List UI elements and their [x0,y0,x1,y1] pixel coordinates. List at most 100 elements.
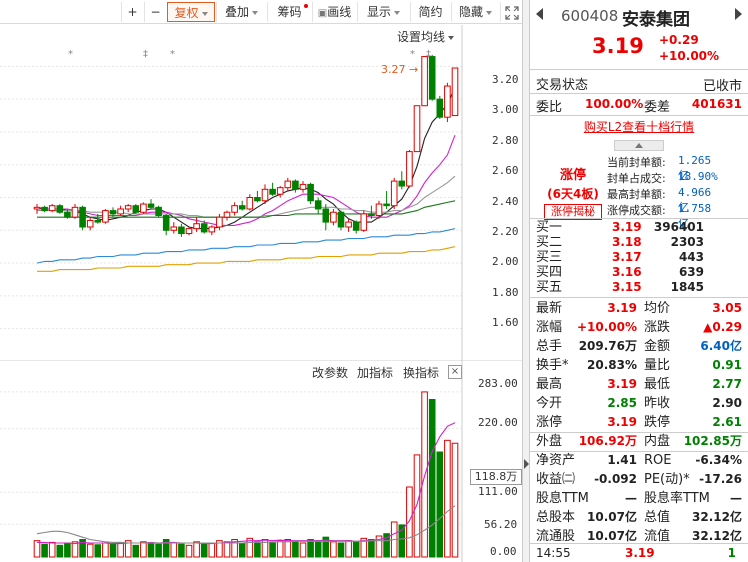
buy-l2-link[interactable]: 购买L2查看十档行情 [530,118,748,135]
fuquan-button[interactable]: 复权 [167,2,215,22]
volume-bar [208,542,216,558]
tick-volume: 1 [727,546,736,560]
overlay-label: 叠加 [224,5,249,19]
candle-body [368,213,375,217]
stat-value: 2.85 [607,396,637,410]
volume-bar [102,542,109,558]
bid-price[interactable]: 3.18 [612,235,642,250]
ma-settings-button[interactable]: 设置均线 [397,28,455,45]
collapse-arrow-icon[interactable] [524,459,529,469]
bid-price[interactable]: 3.16 [612,265,642,280]
candle-body [330,211,337,223]
draw-line-button[interactable]: ▣画线 [312,2,356,22]
swap-indicator-button[interactable]: 换指标 [403,364,439,381]
bid-row: 买三 3.17 443 [530,250,748,265]
volume-bar [33,540,41,558]
edit-params-button[interactable]: 改参数 [312,364,348,381]
volume-bar [223,541,231,558]
candle-body [41,206,48,212]
bid-price[interactable]: 3.17 [612,250,642,265]
stat-label: 金额 [644,339,671,354]
hide-button[interactable]: 隐藏 [451,2,499,22]
candle-body [178,226,185,235]
bid-volume: 443 [678,250,704,264]
y-tick-label: 2.60 [492,164,519,177]
candle-body [56,205,64,213]
volume-bar [41,543,48,558]
collapse-toggle[interactable] [614,140,664,151]
close-indicator-icon[interactable]: × [448,365,462,379]
volume-bar [330,541,337,558]
seal-label: 封单占成交: [607,172,666,185]
candle-body [79,206,86,228]
triangle-right-icon[interactable] [735,8,742,20]
bid-price[interactable]: 3.19 [612,220,642,235]
stat-row: 涨幅 +10.00% 涨跌 ▲0.29 [530,318,748,337]
stat-label: 最新 [536,301,563,316]
zoom-in-button[interactable]: + [121,2,143,22]
candle-body [314,200,322,210]
volume-bar [64,542,71,558]
stat-value: -17.26 [699,472,742,486]
candle-body [451,67,459,117]
overlay-button[interactable]: 叠加 [216,2,266,22]
candle-body [292,180,299,190]
candle-body [48,205,56,212]
y-tick-label: 1.80 [492,286,519,299]
stat-label: 换手* [536,358,569,373]
volume-bar [428,399,436,558]
candle-body [132,205,140,213]
tick-price: 3.19 [625,546,655,560]
event-marker-icon[interactable]: * [68,49,73,60]
fullscreen-icon [504,5,519,20]
stat-label: ROE [644,453,672,468]
volume-bar [178,543,185,558]
volume-bar [86,543,94,558]
add-indicator-button[interactable]: 加指标 [357,364,393,381]
candle-body [421,56,428,107]
candle-body [261,188,269,202]
vol-tick-label: 220.00 [478,416,518,429]
volume-bar [155,543,162,558]
stock-name: 安泰集团 [622,10,690,30]
fullscreen-button[interactable] [500,2,522,22]
stat-row: 股息TTM — 股息率TTM — [530,489,748,508]
stat-value: — [625,491,637,505]
bid-price[interactable]: 3.15 [612,280,642,295]
candle-body [390,180,398,207]
simple-mode-button[interactable]: 简约 [410,2,450,22]
volume-bar [132,544,140,558]
stat-label: 外盘 [536,434,563,449]
price-chart[interactable] [0,25,522,360]
candle-body [238,205,246,210]
change-percent: +10.00% [659,49,720,63]
event-marker-icon[interactable]: ‡ [426,49,431,60]
stat-row: 今开 2.85 昨收 2.90 [530,394,748,413]
chip-button[interactable]: 筹码 [267,2,311,22]
panel-splitter[interactable] [522,0,530,562]
display-button[interactable]: 显示 [357,2,409,22]
stat-row: 涨停 3.19 跌停 2.61 [530,413,748,432]
event-marker-icon[interactable]: * [410,49,415,60]
trade-status-row: 交易状态 已收市 [530,72,748,94]
candle-body [208,226,216,233]
limit-up-streak: (6天4板) [547,187,599,201]
volume-bar [368,539,375,558]
y-tick-label: 1.60 [492,316,519,329]
event-marker-icon[interactable]: * [170,49,175,60]
vol-tick-label: 111.00 [478,485,518,498]
bid-label: 买二 [536,235,563,250]
volume-bar [337,542,345,558]
candle-body [223,211,231,218]
bid-row: 买二 3.18 2303 [530,235,748,250]
zoom-out-button[interactable]: − [144,2,166,22]
triangle-left-icon[interactable] [536,8,543,20]
volume-bar [254,541,261,558]
stat-label: 总手 [536,339,563,354]
volume-bar [444,439,451,558]
event-marker-icon[interactable]: ‡ [143,49,148,60]
stat-label: 昨收 [644,396,671,411]
vol-tick-label: 0.00 [490,545,517,558]
volume-chart[interactable] [0,360,522,562]
volume-bar [56,544,64,558]
